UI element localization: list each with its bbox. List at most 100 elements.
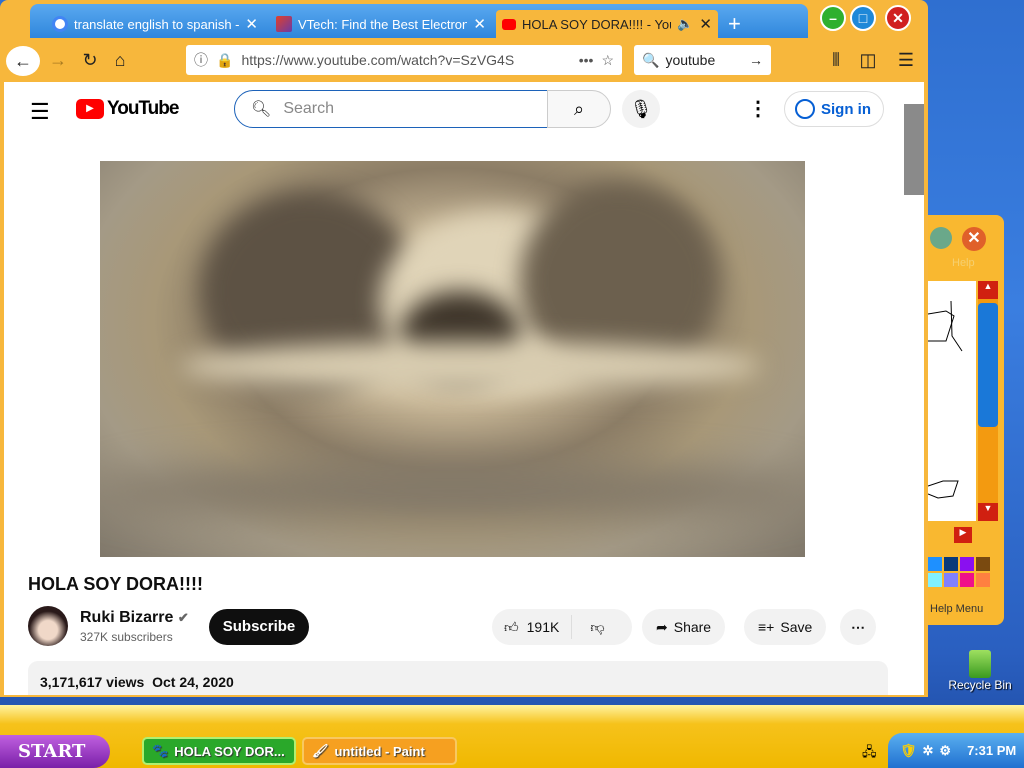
paint-canvas[interactable] [928, 281, 976, 521]
drawing-strokes [928, 300, 963, 499]
video-title: HOLA SOY DORA!!!! [28, 574, 203, 594]
menu-icon[interactable]: ☰ [894, 46, 918, 74]
start-button[interactable]: START [0, 735, 110, 768]
tab-strip: translate english to spanish - ✕ VTech: … [30, 4, 808, 38]
info-icon[interactable]: ⓘ [194, 50, 208, 70]
sign-in-button[interactable]: Sign in [784, 91, 884, 127]
bookmark-star-icon[interactable]: ☆ [601, 52, 614, 69]
palette-color-swatch[interactable] [928, 557, 942, 571]
speaker-icon[interactable]: 🔈 [677, 16, 693, 32]
forward-button[interactable]: → [46, 46, 70, 74]
taskbar: START 🐾 HOLA SOY DOR... 🖌 untitled - Paint… [0, 705, 1024, 768]
description-box[interactable]: 3,171,617 views Oct 24, 2020 [28, 661, 888, 695]
add-to-playlist-icon: ≡+ [758, 619, 775, 635]
close-button[interactable]: ✕ [962, 227, 986, 251]
scrollbar-thumb[interactable] [904, 104, 924, 195]
recycle-bin[interactable]: Recycle Bin [940, 650, 1020, 692]
home-button[interactable]: ⌂ [108, 46, 132, 74]
video-player[interactable] [100, 161, 805, 557]
palette-color-swatch[interactable] [960, 573, 974, 587]
paint-scrollbar[interactable]: ▲ ▼ [978, 281, 998, 521]
share-button[interactable]: ➦ Share [642, 609, 726, 645]
tray-icon[interactable]: ⚙ [939, 743, 951, 759]
scroll-up-arrow[interactable]: ▲ [978, 281, 998, 299]
address-bar[interactable]: ⓘ 🔒 https://www.youtube.com/watch?v=SzVG… [186, 45, 622, 75]
library-icon[interactable]: ⫴ [824, 46, 848, 74]
page-scrollbar[interactable] [902, 82, 924, 695]
share-label: Share [673, 619, 712, 635]
close-tab-icon[interactable]: ✕ [473, 15, 486, 33]
palette-color-swatch[interactable] [960, 557, 974, 571]
vtech-icon [276, 16, 292, 32]
recycle-bin-label: Recycle Bin [948, 678, 1012, 692]
new-tab-button[interactable]: + [722, 10, 752, 38]
like-dislike-group: 👍︎ 191K 👎︎ [492, 609, 632, 645]
channel-name-text[interactable]: Ruki Bizarre [80, 609, 173, 626]
task-browser[interactable]: 🐾 HOLA SOY DOR... [142, 737, 296, 765]
security-shield-icon[interactable]: 🛡 [900, 743, 917, 759]
logo-text: YouTube [107, 98, 179, 119]
channel-name[interactable]: Ruki Bizarre ✔ [80, 609, 189, 627]
network-tray-icon[interactable]: 🖧 [862, 743, 877, 765]
palette-color-swatch[interactable] [928, 573, 942, 587]
tab-youtube[interactable]: HOLA SOY DORA!!!! - YouTube 🔈 ✕ [496, 10, 718, 38]
dislike-button[interactable]: 👎︎ [578, 619, 616, 636]
tab-translate[interactable]: translate english to spanish - ✕ [46, 10, 264, 38]
search-icon: 🔍 [642, 51, 660, 68]
close-window-button[interactable]: ✕ [885, 5, 911, 31]
more-actions-button[interactable]: ⋯ [840, 609, 876, 645]
play-logo-icon: ▶ [76, 99, 104, 119]
palette-color-swatch[interactable] [944, 557, 958, 571]
maximize-button[interactable]: □ [850, 5, 876, 31]
sidebar-icon[interactable]: ◫ [856, 46, 880, 74]
task-label: untitled - Paint [334, 743, 425, 759]
search-box[interactable]: 🔍 youtube → [634, 45, 771, 75]
microphone-icon[interactable]: 🎙︎ [622, 90, 660, 128]
firefox-icon: 🐾 [152, 743, 169, 758]
paint-icon: 🖌 [312, 743, 329, 758]
back-button[interactable]: ← [6, 46, 40, 76]
close-tab-icon[interactable]: ✕ [699, 15, 712, 33]
palette-color-swatch[interactable] [976, 557, 990, 571]
search-button[interactable]: ⌕ [547, 90, 611, 128]
palette-color-swatch[interactable] [944, 573, 958, 587]
close-tab-icon[interactable]: ✕ [245, 15, 258, 33]
thumbs-down-icon: 👎︎ [590, 618, 605, 635]
minimize-button[interactable]: – [820, 5, 846, 31]
scrollbar-thumb[interactable] [978, 303, 998, 427]
search-placeholder: Search [283, 100, 335, 117]
account-icon [795, 99, 815, 119]
task-paint[interactable]: 🖌 untitled - Paint [302, 737, 457, 765]
tray-icon[interactable]: ✲ [923, 743, 934, 759]
tab-vtech[interactable]: VTech: Find the Best Electronic ✕ [270, 10, 492, 38]
browser-window: translate english to spanish - ✕ VTech: … [0, 0, 928, 697]
more-icon[interactable]: ••• [579, 52, 594, 68]
reload-button[interactable]: ↻ [78, 46, 102, 74]
status-bar-text: Help Menu [930, 603, 984, 615]
youtube-logo[interactable]: ▶ YouTube [76, 98, 179, 120]
scroll-right-arrow[interactable]: ▶ [954, 527, 972, 543]
save-button[interactable]: ≡+ Save [744, 609, 827, 645]
channel-avatar[interactable] [28, 606, 68, 646]
like-button[interactable]: 👍︎ 191K [492, 615, 573, 639]
search-value[interactable]: youtube [665, 52, 743, 68]
youtube-search-input[interactable]: 🔍︎ Search [234, 90, 548, 128]
palette-color-swatch[interactable] [976, 573, 990, 587]
subscriber-count: 327K subscribers [80, 630, 173, 644]
go-arrow-icon[interactable]: → [749, 52, 763, 68]
paint-window[interactable]: ✕ Help ▲ ▼ ▶ Help Menu [928, 215, 1004, 625]
tab-title: HOLA SOY DORA!!!! - YouTube [522, 16, 671, 32]
view-count: 3,171,617 views [40, 674, 145, 690]
scroll-down-arrow[interactable]: ▼ [978, 503, 998, 521]
help-menu[interactable]: Help [952, 257, 975, 269]
tab-title: VTech: Find the Best Electronic [298, 16, 468, 32]
hamburger-menu-icon[interactable]: ☰ [30, 99, 50, 125]
subscribe-button[interactable]: Subscribe [209, 609, 309, 645]
lock-icon: 🔒 [216, 51, 234, 68]
recycle-bin-icon [969, 650, 991, 678]
clock[interactable]: 7:31 PM [967, 743, 1016, 758]
url-text[interactable]: https://www.youtube.com/watch?v=SzVG4S [241, 52, 570, 68]
maximize-button[interactable] [930, 227, 952, 249]
settings-dots-icon[interactable]: ⋮ [748, 96, 768, 121]
google-icon [52, 16, 68, 32]
